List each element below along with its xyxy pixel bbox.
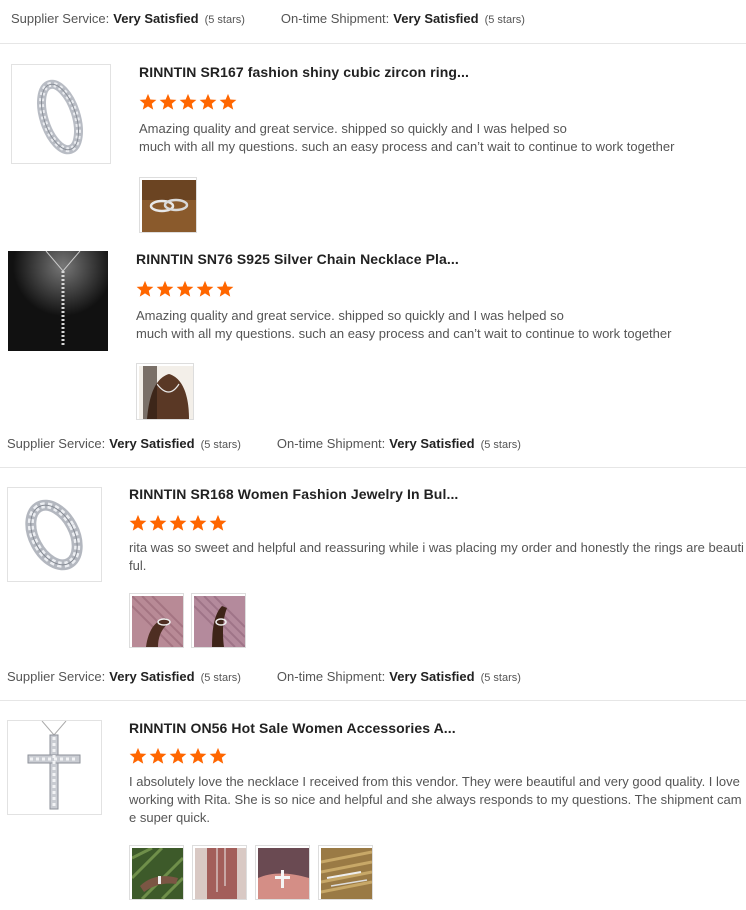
ring-worn-photo [132,596,183,647]
review-text-line: much with all my questions. such an easy… [139,139,675,154]
star-icon [139,93,157,110]
review-product-title[interactable]: RINNTIN ON56 Hot Sale Women Accessories … [129,720,456,736]
product-thumbnail[interactable] [11,64,111,164]
ontime-shipment-stars: (5 stars) [480,672,521,684]
ontime-shipment-value: Very Satisfied [389,436,475,451]
supplier-service-stars: (5 stars) [200,672,241,684]
ring-image [8,488,101,581]
star-icon [216,280,234,297]
review-star-rating [129,747,227,765]
review-star-rating [129,514,227,532]
review-product-title[interactable]: RINNTIN SR167 fashion shiny cubic zircon… [139,64,469,80]
review-text-line: working with Rita. She is so nice and he… [129,792,742,807]
review-text: Amazing quality and great service. shipp… [139,120,746,156]
ontime-shipment-stars: (5 stars) [484,14,525,26]
review-product-title[interactable]: RINNTIN SN76 S925 Silver Chain Necklace … [136,251,459,267]
supplier-service-stars: (5 stars) [204,14,245,26]
ontime-shipment-label: On-time Shipment: [276,436,386,451]
supplier-service-label: Supplier Service: [7,436,106,451]
review-star-rating [136,280,234,298]
necklace-display-photo [195,848,246,899]
review-text: Amazing quality and great service. shipp… [136,307,746,343]
rating-summary: Supplier Service: Very Satisfied (5 stars)… [7,669,521,686]
ring-image [12,65,110,163]
star-icon [169,514,187,531]
star-icon [179,93,197,110]
star-icon [209,747,227,764]
star-icon [129,514,147,531]
review-text-line: rita was so sweet and helpful and reassu… [129,540,744,555]
review-photo[interactable] [192,845,247,900]
star-icon [159,93,177,110]
supplier-service-label: Supplier Service: [7,669,106,684]
review-text-line: Amazing quality and great service. shipp… [139,121,567,136]
hand-photo [132,848,183,899]
rings-photo [142,180,196,232]
review-text-line: Amazing quality and great service. shipp… [136,308,564,323]
ontime-shipment-stars: (5 stars) [480,439,521,451]
supplier-service-stars: (5 stars) [200,439,241,451]
star-icon [199,93,217,110]
star-icon [149,747,167,764]
review-text-line: much with all my questions. such an easy… [136,326,672,341]
product-thumbnail[interactable] [7,720,102,815]
star-icon [176,280,194,297]
divider [0,43,746,44]
ontime-shipment-value: Very Satisfied [393,11,479,26]
star-icon [149,514,167,531]
review-photo[interactable] [129,593,184,648]
necklace-image [8,251,108,351]
star-icon [129,747,147,764]
star-icon [209,514,227,531]
review-photo[interactable] [136,363,194,420]
star-icon [169,747,187,764]
star-icon [156,280,174,297]
review-photo[interactable] [255,845,310,900]
cross-worn-photo [258,848,309,899]
review-star-rating [139,93,237,111]
divider [0,700,746,701]
ontime-shipment-label: On-time Shipment: [280,11,390,26]
ontime-shipment-label: On-time Shipment: [276,669,386,684]
divider [0,467,746,468]
review-text-line: ful. [129,558,147,573]
review-text-line: e super quick. [129,810,210,825]
review-photo[interactable] [129,845,184,900]
product-thumbnail[interactable] [7,487,102,582]
cross-necklace-image [8,721,101,814]
product-thumbnail[interactable] [8,251,108,351]
supplier-service-value: Very Satisfied [109,669,195,684]
ontime-shipment-value: Very Satisfied [389,669,475,684]
jewelry-box-photo [321,848,372,899]
review-text-line: I absolutely love the necklace I receive… [129,774,740,789]
review-text: rita was so sweet and helpful and reassu… [129,539,744,575]
star-icon [196,280,214,297]
star-icon [189,514,207,531]
review-product-title[interactable]: RINNTIN SR168 Women Fashion Jewelry In B… [129,486,458,502]
review-text: I absolutely love the necklace I receive… [129,773,742,827]
supplier-service-value: Very Satisfied [113,11,199,26]
star-icon [219,93,237,110]
supplier-service-label: Supplier Service: [11,11,110,26]
review-photo[interactable] [139,177,197,233]
supplier-service-value: Very Satisfied [109,436,195,451]
rating-summary: Supplier Service: Very Satisfied (5 stars)… [7,436,521,453]
feedback-page: Supplier Service: Very Satisfied (5 stars)… [0,0,746,910]
review-photo[interactable] [318,845,373,900]
necklace-worn-photo [139,366,193,419]
rating-summary-top: Supplier Service: Very Satisfied (5 stars)… [11,11,525,28]
star-icon [136,280,154,297]
star-icon [189,747,207,764]
ring-worn-photo [194,596,245,647]
review-photo[interactable] [191,593,246,648]
